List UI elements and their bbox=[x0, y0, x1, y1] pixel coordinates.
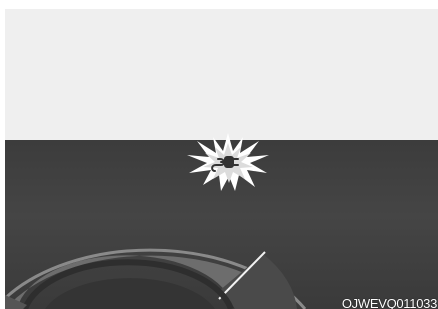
charging-indicator bbox=[185, 131, 271, 193]
gauge-inner-face bbox=[45, 278, 215, 309]
gauge-left-accent bbox=[5, 295, 27, 309]
illustration-frame: OJWEVQ011033 bbox=[5, 9, 438, 309]
figure-code: OJWEVQ011033 bbox=[341, 296, 437, 309]
